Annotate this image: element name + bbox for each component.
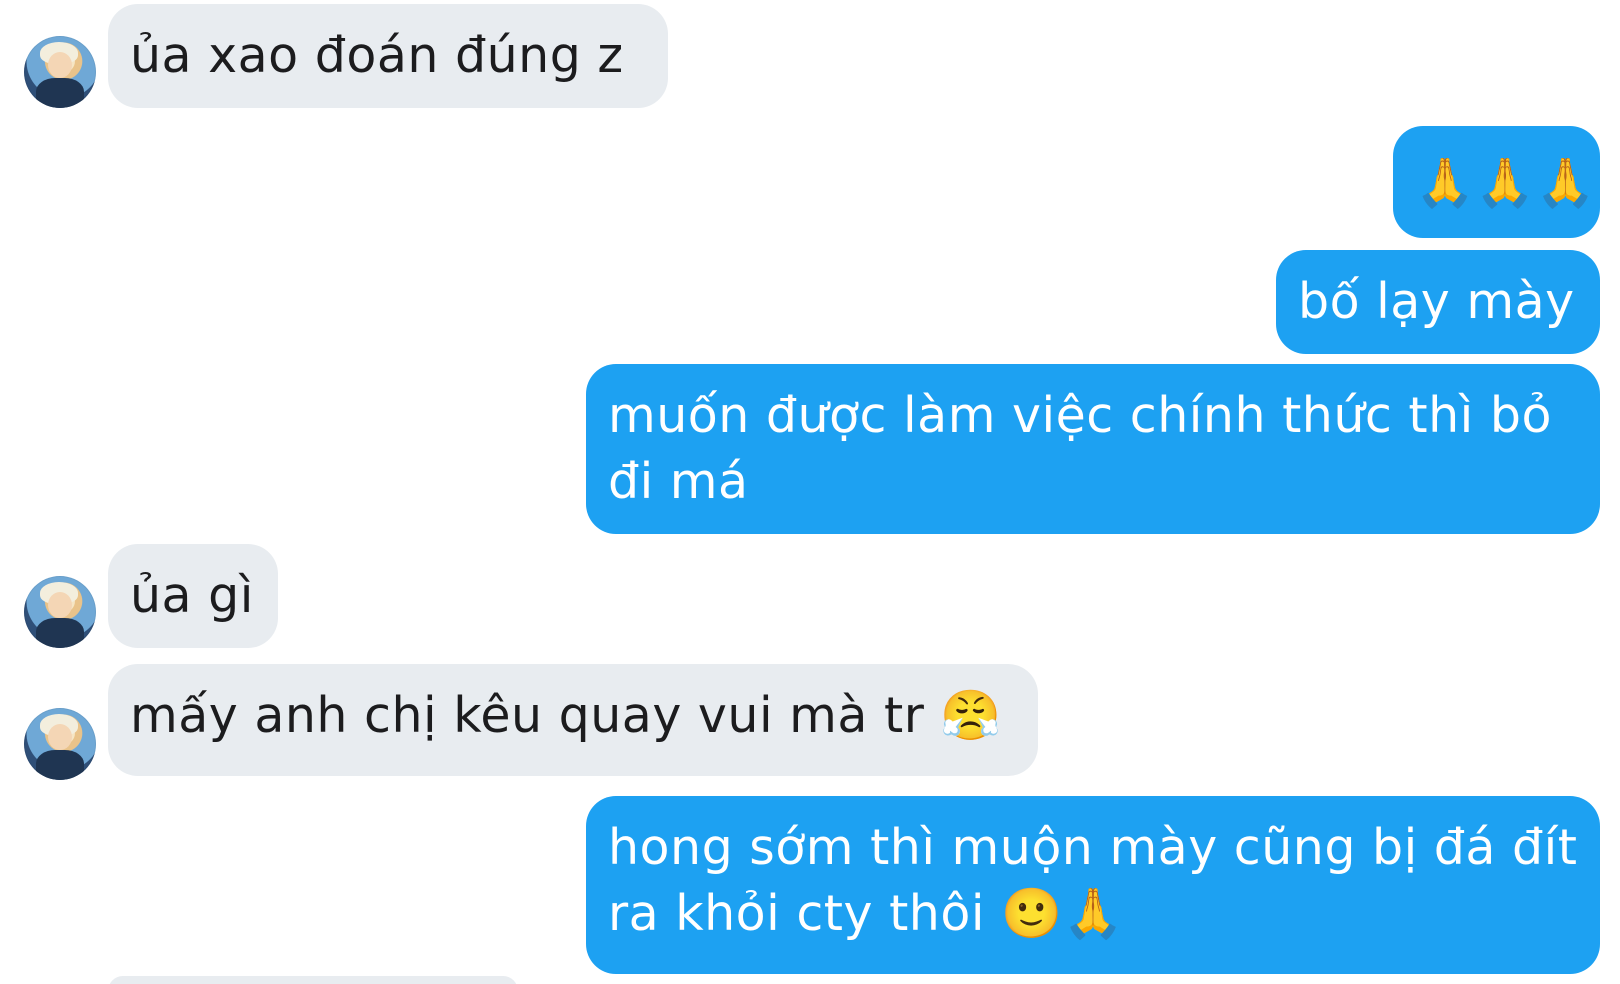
outgoing-message-bubble[interactable]: 🙏🙏🙏 — [1393, 126, 1600, 238]
incoming-message-bubble[interactable]: ủa gì — [108, 544, 278, 648]
avatar-body — [36, 750, 84, 780]
message-text: mấy anh chị kêu quay vui mà tr 😤 — [130, 687, 1002, 744]
message-text: ủa xao đoán đúng z — [130, 27, 624, 84]
chat-thread: ủa xao đoán đúng z 🙏🙏🙏 bố lạy mày muốn đ… — [0, 0, 1620, 984]
message-text: hong sớm thì muộn mày cũng bị đá đít ra … — [608, 819, 1578, 942]
avatar-body — [36, 618, 84, 648]
outgoing-message-bubble[interactable]: muốn được làm việc chính thức thì bỏ đi … — [586, 364, 1600, 534]
avatar-face — [48, 52, 72, 78]
message-text: ủa gì — [130, 567, 254, 624]
avatar-body — [36, 78, 84, 108]
incoming-message-bubble[interactable]: ủa xao đoán đúng z — [108, 4, 668, 108]
message-text: muốn được làm việc chính thức thì bỏ đi … — [608, 387, 1552, 510]
incoming-message-bubble-partial[interactable] — [108, 976, 518, 984]
avatar-icon[interactable] — [24, 576, 96, 648]
avatar-face — [48, 592, 72, 618]
outgoing-message-bubble[interactable]: bố lạy mày — [1276, 250, 1600, 354]
outgoing-message-bubble[interactable]: hong sớm thì muộn mày cũng bị đá đít ra … — [586, 796, 1600, 974]
message-text: bố lạy mày — [1298, 273, 1575, 330]
avatar-face — [48, 724, 72, 750]
avatar-icon[interactable] — [24, 36, 96, 108]
message-text: 🙏🙏🙏 — [1415, 155, 1596, 211]
incoming-message-bubble[interactable]: mấy anh chị kêu quay vui mà tr 😤 — [108, 664, 1038, 776]
avatar-icon[interactable] — [24, 708, 96, 780]
